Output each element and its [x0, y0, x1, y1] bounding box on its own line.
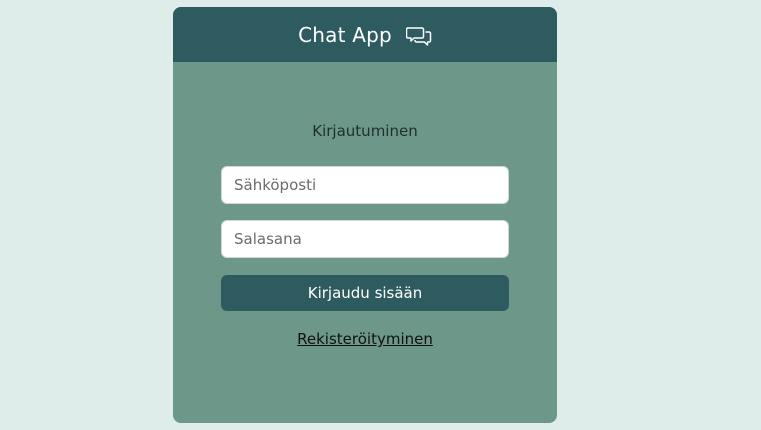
password-field[interactable] — [221, 220, 509, 258]
app-title: Chat App — [298, 22, 392, 47]
login-button[interactable]: Kirjaudu sisään — [221, 275, 509, 311]
form-title: Kirjautuminen — [312, 122, 418, 140]
chat-bubbles-icon — [405, 26, 432, 48]
email-field[interactable] — [221, 166, 509, 204]
login-form: Kirjautuminen Kirjaudu sisään Rekisteröi… — [173, 62, 557, 423]
app-header: Chat App — [173, 7, 557, 62]
login-card: Chat App Kirjautuminen Kirjaudu sisään R… — [173, 7, 557, 423]
register-link[interactable]: Rekisteröityminen — [173, 330, 557, 348]
